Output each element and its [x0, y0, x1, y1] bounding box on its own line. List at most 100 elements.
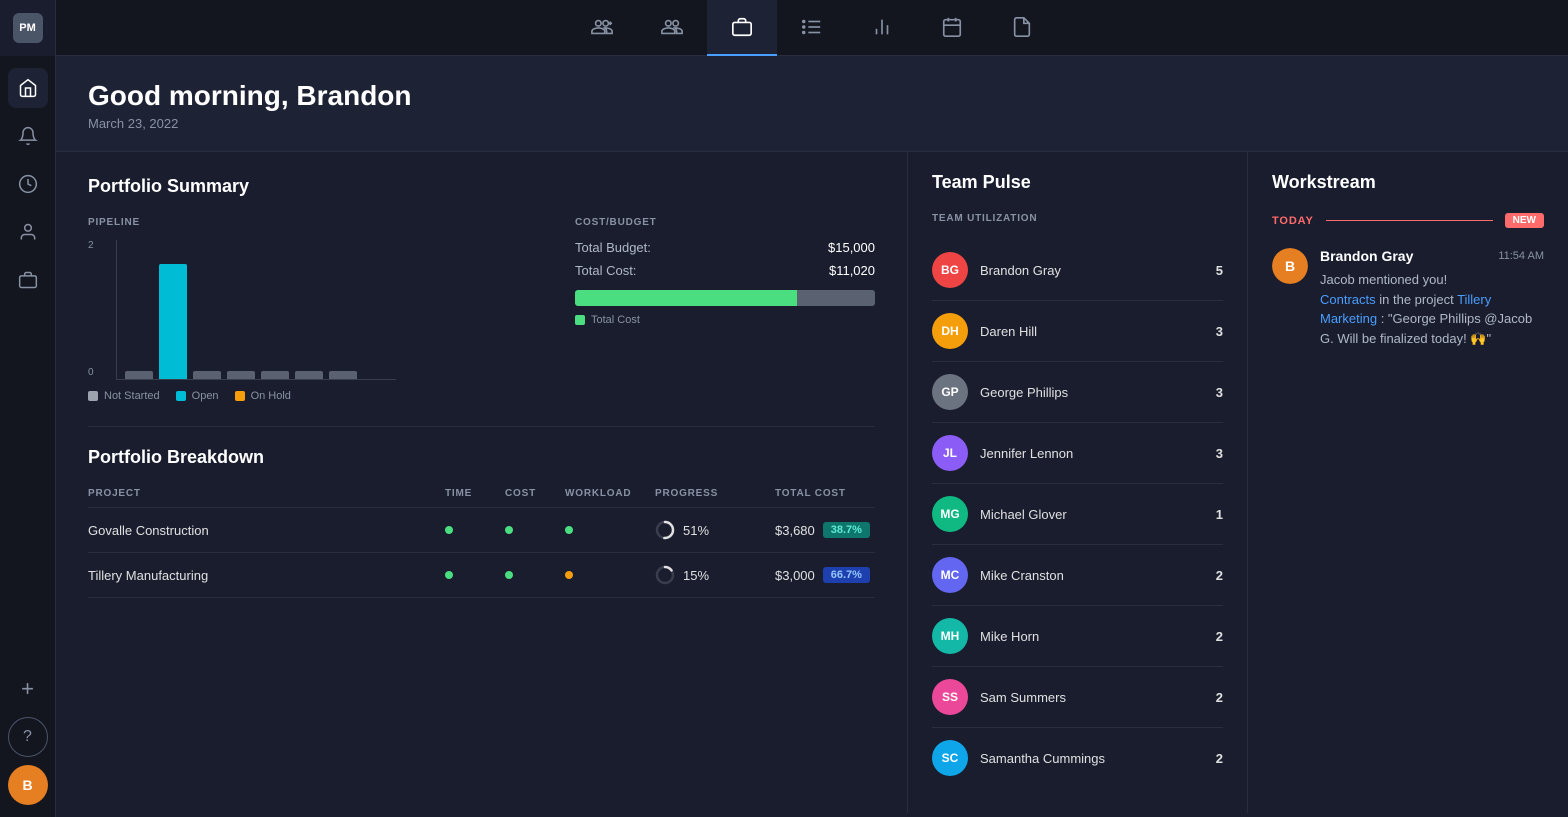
sidebar-bottom: + ? B [8, 669, 48, 805]
tillery-badge: 66.7% [823, 567, 870, 583]
chart-y-bottom: 0 [88, 367, 94, 378]
ws-header-row: Brandon Gray 11:54 AM [1320, 248, 1544, 264]
legend-label-on-hold: On Hold [251, 390, 291, 402]
total-cost-label: Total Cost: [575, 263, 636, 278]
team-member-row: MG Michael Glover 1 [932, 484, 1223, 545]
workstream-item: B Brandon Gray 11:54 AM Jacob mentioned … [1272, 248, 1544, 348]
legend-label-not-started: Not Started [104, 390, 160, 402]
top-nav-item-chart[interactable] [847, 0, 917, 56]
team-member-row: GP George Phillips 3 [932, 362, 1223, 423]
sidebar-item-recent[interactable] [8, 164, 48, 204]
budget-bar-dark [797, 290, 875, 306]
tillery-progress: 15% [655, 565, 775, 585]
team-member-row: BG Brandon Gray 5 [932, 240, 1223, 301]
team-members-list: BG Brandon Gray 5 DH Daren Hill 3 GP Geo… [932, 240, 1223, 788]
legend-label-open: Open [192, 390, 219, 402]
legend-dot-not-started [88, 391, 98, 401]
govalle-progress-label: 51% [683, 523, 709, 538]
sidebar-item-help[interactable]: ? [8, 717, 48, 757]
ws-time: 11:54 AM [1498, 250, 1544, 262]
top-nav-item-list[interactable] [777, 0, 847, 56]
sidebar-item-home[interactable] [8, 68, 48, 108]
col-total-cost: TOTAL COST [775, 488, 875, 499]
tillery-time-dot [445, 566, 505, 584]
top-nav-item-document[interactable] [987, 0, 1057, 56]
govalle-progress-ring [655, 520, 675, 540]
team-pulse-title: Team Pulse [932, 172, 1223, 193]
tillery-total-cost: $3,000 [775, 568, 815, 583]
top-nav-item-addteam[interactable] [567, 0, 637, 56]
table-row: Tillery Manufacturing 15% $3,0 [88, 553, 875, 598]
page-header: Good morning, Brandon March 23, 2022 [56, 56, 1568, 152]
avatar: JL [932, 435, 968, 471]
bar-not-started-4 [261, 371, 289, 379]
sidebar-item-profile[interactable]: B [8, 765, 48, 805]
member-name: Mike Horn [980, 629, 1204, 644]
ws-avatar-brandon: B [1272, 248, 1308, 284]
bar-not-started-6 [329, 371, 357, 379]
total-budget-value: $15,000 [828, 240, 875, 255]
workstream-today-header: TODAY NEW [1272, 213, 1544, 228]
ws-content: Brandon Gray 11:54 AM Jacob mentioned yo… [1320, 248, 1544, 348]
pipeline-section: PIPELINE 2 0 [88, 217, 535, 402]
sidebar-item-people[interactable] [8, 212, 48, 252]
col-cost: COST [505, 488, 565, 499]
bar-not-started-1 [125, 371, 153, 379]
avatar: SC [932, 740, 968, 776]
tillery-cost-dot [505, 566, 565, 584]
cost-budget-label: COST/BUDGET [575, 217, 875, 228]
portfolio-breakdown-title: Portfolio Breakdown [88, 447, 875, 468]
main-layout: + ? B Good morning, Brandon March 23, 20… [0, 56, 1568, 817]
total-budget-label: Total Budget: [575, 240, 651, 255]
tillery-progress-label: 15% [683, 568, 709, 583]
bar-chart-inner [117, 240, 396, 379]
govalle-progress: 51% [655, 520, 775, 540]
tillery-progress-ring [655, 565, 675, 585]
member-name: Daren Hill [980, 324, 1204, 339]
avatar: BG [932, 252, 968, 288]
app-logo[interactable]: PM [0, 0, 56, 56]
ws-link-contracts[interactable]: Contracts [1320, 292, 1376, 307]
total-cost-row: Total Cost: $11,020 [575, 263, 875, 278]
avatar: MH [932, 618, 968, 654]
cost-budget-section: COST/BUDGET Total Budget: $15,000 Total … [575, 217, 875, 402]
govalle-workload-dot [565, 521, 655, 539]
member-count: 3 [1216, 446, 1223, 461]
today-label: TODAY [1272, 215, 1314, 227]
govalle-cost-cell: $3,680 38.7% [775, 522, 875, 538]
total-cost-value: $11,020 [829, 263, 875, 278]
avatar: GP [932, 374, 968, 410]
legend-not-started: Not Started [88, 390, 160, 402]
legend-total-cost: Total Cost [575, 314, 640, 326]
avatar: MC [932, 557, 968, 593]
workstream-title: Workstream [1272, 172, 1544, 193]
member-count: 2 [1216, 690, 1223, 705]
cost-legend: Total Cost [575, 314, 875, 326]
col-workload: WORKLOAD [565, 488, 655, 499]
top-nav-item-calendar[interactable] [917, 0, 987, 56]
sidebar-item-add[interactable]: + [8, 669, 48, 709]
content-grid: Portfolio Summary PIPELINE 2 0 [56, 152, 1568, 813]
member-count: 1 [1216, 507, 1223, 522]
sidebar-item-notifications[interactable] [8, 116, 48, 156]
team-member-row: DH Daren Hill 3 [932, 301, 1223, 362]
member-name: Sam Summers [980, 690, 1204, 705]
ws-text-before: Jacob mentioned you! [1320, 272, 1447, 287]
member-count: 2 [1216, 751, 1223, 766]
top-nav-item-team[interactable] [637, 0, 707, 56]
col-progress: PROGRESS [655, 488, 775, 499]
table-row: Govalle Construction 51% $3,68 [88, 508, 875, 553]
chart-legend: Not Started Open On Hold [88, 390, 535, 402]
bar-open [159, 264, 187, 379]
top-nav-item-portfolio[interactable] [707, 0, 777, 56]
team-member-row: SC Samantha Cummings 2 [932, 728, 1223, 788]
legend-dot-open [176, 391, 186, 401]
member-count: 2 [1216, 568, 1223, 583]
govalle-total-cost: $3,680 [775, 523, 815, 538]
divider-1 [88, 426, 875, 427]
page-date: March 23, 2022 [88, 116, 1536, 131]
ws-message: Jacob mentioned you! Contracts in the pr… [1320, 270, 1544, 348]
pipeline-bar-chart [116, 240, 396, 380]
ws-avatar-initials: B [1272, 248, 1308, 284]
sidebar-item-work[interactable] [8, 260, 48, 300]
